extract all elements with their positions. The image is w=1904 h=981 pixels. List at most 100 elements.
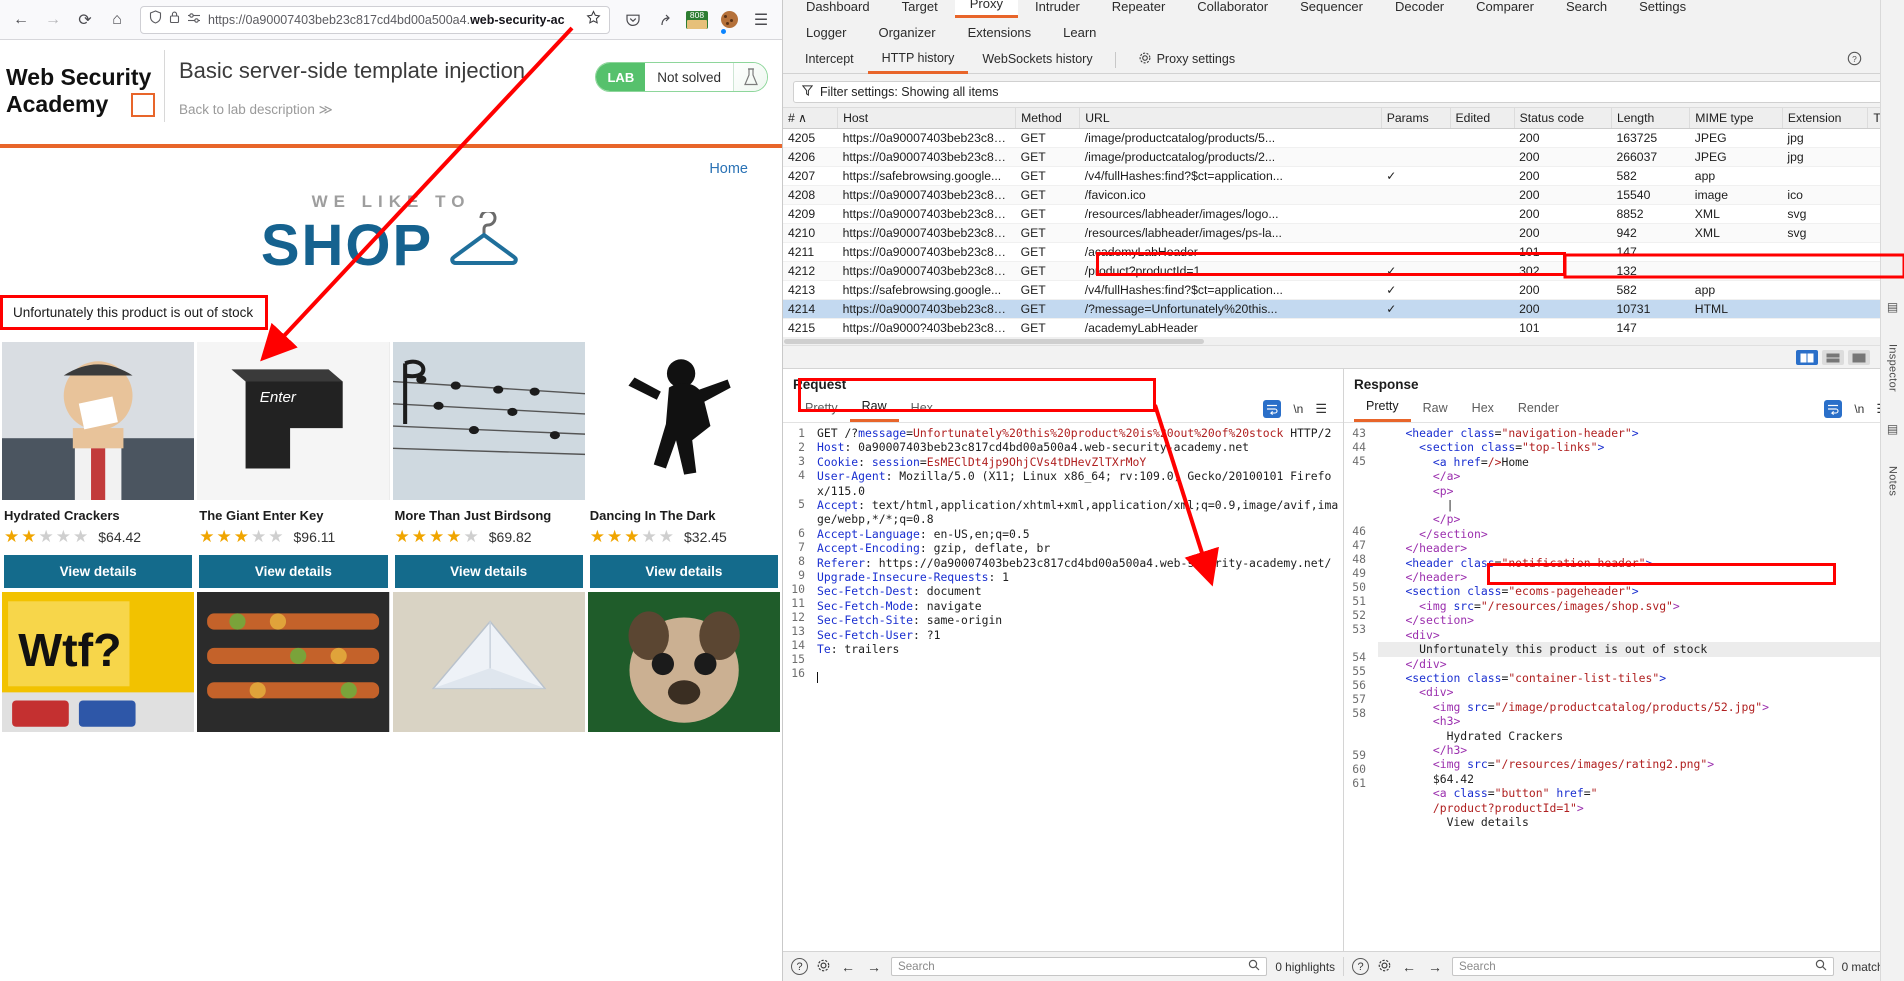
hamburger-icon[interactable]: ☰	[1315, 401, 1327, 417]
notes-icon[interactable]: ▤	[1887, 422, 1898, 436]
share-icon[interactable]	[650, 5, 680, 35]
col-edited[interactable]: Edited	[1450, 108, 1515, 129]
table-row[interactable]: 4214 https://0a90007403beb23c81... GET/?me…	[783, 299, 1904, 319]
home-link[interactable]: Home	[709, 161, 748, 177]
request-raw-text[interactable]: GET /?message=Unfortunately%20this%20pro…	[809, 423, 1343, 951]
product-tile[interactable]: Wtf?	[2, 592, 195, 732]
tab-dashboard[interactable]: Dashboard	[791, 0, 885, 18]
product-tile[interactable]	[392, 592, 585, 732]
col-params[interactable]: Params	[1381, 108, 1451, 129]
table-row[interactable]: 4209 https://0a90007403beb23c81... GET/res…	[783, 204, 1904, 224]
bookmark-star-icon[interactable]	[586, 9, 601, 30]
response-tab-raw[interactable]: Raw	[1411, 398, 1460, 421]
tab-comparer[interactable]: Comparer	[1461, 0, 1549, 18]
table-row[interactable]: 4210 https://0a90007403beb23c81... GET/res…	[783, 223, 1904, 243]
table-row[interactable]: 4215 https://0a9000?403beb23c81... GET/aca…	[783, 318, 1904, 338]
tab-logger[interactable]: Logger	[791, 21, 861, 44]
tab-search[interactable]: Search	[1551, 0, 1622, 18]
response-tab-render[interactable]: Render	[1506, 398, 1571, 421]
extension-808-icon[interactable]: 808	[682, 5, 712, 35]
newline-icon[interactable]: \n	[1854, 402, 1864, 416]
gear-icon[interactable]	[816, 958, 831, 976]
table-row[interactable]: 4211 https://0a90007403beb23c81... GET/aca…	[783, 242, 1904, 262]
wrap-lines-icon[interactable]	[1263, 400, 1282, 418]
split-vertical-icon[interactable]	[1796, 350, 1818, 365]
tab-decoder[interactable]: Decoder	[1380, 0, 1459, 18]
table-row[interactable]: 4208 https://0a90007403beb23c81... GET/fav…	[783, 185, 1904, 205]
newline-icon[interactable]: \n	[1293, 402, 1303, 416]
response-search-input[interactable]: Search	[1452, 957, 1834, 976]
reload-icon[interactable]: ⟳	[70, 5, 100, 35]
hamburger-menu-icon[interactable]: ☰	[746, 5, 776, 35]
tab-learn[interactable]: Learn	[1048, 21, 1111, 44]
col-method[interactable]: Method	[1015, 108, 1081, 129]
col-extension[interactable]: Extension	[1782, 108, 1869, 129]
view-details-button[interactable]: View details	[4, 555, 193, 588]
table-horizontal-scrollbar[interactable]	[783, 338, 1904, 345]
pocket-icon[interactable]	[618, 5, 648, 35]
request-editor[interactable]: 1 2 3 4 5 6 7 8 9 10 11 12 13 14 15 16 GET /?message=Un…	[783, 422, 1343, 951]
subtab-websockets-history[interactable]: WebSockets history	[968, 47, 1106, 72]
request-tab-pretty[interactable]: Pretty	[793, 398, 850, 421]
tab-proxy[interactable]: Proxy	[954, 0, 1018, 18]
inspector-icon[interactable]: ▤	[1887, 300, 1898, 314]
product-tile[interactable]: Dancing In The Dark ★ ★ ★ ★ ★ $32.45 Vie…	[587, 342, 780, 588]
table-row[interactable]: 4212 https://0a90007403beb23c81... GET/pro…	[783, 261, 1904, 281]
back-to-lab-description-link[interactable]: Back to lab description ≫	[179, 102, 595, 118]
response-tab-hex[interactable]: Hex	[1460, 398, 1506, 421]
search-icon[interactable]	[1248, 959, 1260, 974]
next-match-icon[interactable]: →	[865, 959, 883, 975]
subtab-http-history[interactable]: HTTP history	[867, 46, 969, 74]
tab-intruder[interactable]: Intruder	[1020, 0, 1095, 18]
tab-repeater[interactable]: Repeater	[1097, 0, 1180, 18]
tab-collaborator[interactable]: Collaborator	[1182, 0, 1283, 18]
tab-target[interactable]: Target	[887, 0, 953, 18]
next-match-icon[interactable]: →	[1426, 959, 1444, 975]
response-tab-pretty[interactable]: Pretty	[1354, 396, 1411, 422]
col-status-code[interactable]: Status code	[1514, 108, 1612, 129]
url-text[interactable]: https://0a90007403beb23c817cd4bd00a500a4…	[208, 13, 579, 27]
search-icon[interactable]	[1815, 959, 1827, 974]
product-tile[interactable]	[197, 592, 390, 732]
single-pane-icon[interactable]	[1848, 350, 1870, 365]
permissions-icon[interactable]	[187, 11, 201, 29]
wrap-lines-icon[interactable]	[1824, 400, 1843, 418]
tab-sequencer[interactable]: Sequencer	[1285, 0, 1378, 18]
request-search-input[interactable]: Search	[891, 957, 1268, 976]
request-tab-raw[interactable]: Raw	[849, 396, 899, 422]
prev-match-icon[interactable]: ←	[839, 959, 857, 975]
split-horizontal-icon[interactable]	[1822, 350, 1844, 365]
table-row[interactable]: 4206 https://0a90007403beb23c81... GET/ima…	[783, 147, 1904, 167]
rail-item-inspector[interactable]: Inspector	[1887, 344, 1899, 392]
col-length[interactable]: Length	[1611, 108, 1691, 129]
subtab-intercept[interactable]: Intercept	[791, 47, 868, 72]
table-row[interactable]: 4213 https://safebrowsing.google... GET/v4…	[783, 280, 1904, 300]
col-mime-type[interactable]: MIME type	[1689, 108, 1783, 129]
product-tile[interactable]: More Than Just Birdsong ★ ★ ★ ★ ★ $69.82…	[392, 342, 585, 588]
view-details-button[interactable]: View details	[589, 555, 778, 588]
col-number[interactable]: # ∧	[783, 108, 839, 129]
help-circle-icon[interactable]: ?	[1847, 51, 1862, 69]
product-tile[interactable]: Enter The Giant Enter Key ★ ★ ★ ★ ★ $96.…	[197, 342, 390, 588]
rail-item-notes[interactable]: Notes	[1887, 466, 1899, 496]
cookie-icon[interactable]	[714, 5, 744, 35]
response-editor[interactable]: 43 44 45 46 47 48 49 50 51 52 53 54 55 56 57 58 59 60 61 <…	[1344, 422, 1904, 951]
prev-match-icon[interactable]: ←	[1400, 959, 1418, 975]
forward-icon[interactable]: →	[38, 5, 68, 35]
col-host[interactable]: Host	[837, 108, 1017, 129]
help-circle-icon[interactable]: ?	[1352, 958, 1369, 975]
view-details-button[interactable]: View details	[199, 555, 388, 588]
response-pretty-text[interactable]: <header class="navigation-header"> <sect…	[1370, 423, 1904, 951]
tab-organizer[interactable]: Organizer	[863, 21, 950, 44]
filter-settings-bar[interactable]: Filter settings: Showing all items	[793, 81, 1894, 103]
tab-extensions[interactable]: Extensions	[953, 21, 1047, 44]
col-url[interactable]: URL	[1079, 108, 1382, 129]
proxy-settings-button[interactable]: Proxy settings	[1124, 46, 1250, 74]
table-row[interactable]: 4205 https://0a90007403beb23c81... GET/ima…	[783, 128, 1904, 148]
product-tile[interactable]	[587, 592, 780, 732]
view-details-button[interactable]: View details	[394, 555, 583, 588]
home-icon[interactable]: ⌂	[102, 5, 132, 35]
tab-settings[interactable]: Settings	[1624, 0, 1701, 18]
table-row[interactable]: 4207 https://safebrowsing.google... GET/v4…	[783, 166, 1904, 186]
help-circle-icon[interactable]: ?	[791, 958, 808, 975]
